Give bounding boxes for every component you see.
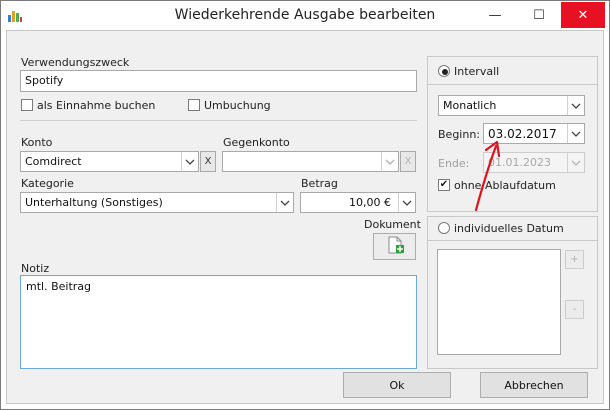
- add-document-icon: [385, 235, 405, 258]
- gegenkonto-label: Gegenkonto: [223, 136, 290, 149]
- chevron-down-icon: [567, 124, 584, 143]
- gegenkonto-combobox[interactable]: [222, 151, 399, 172]
- verwendungszweck-input[interactable]: Spotify: [20, 70, 417, 92]
- betrag-field[interactable]: 10,00 €: [300, 192, 416, 213]
- maximize-icon: ☐: [533, 7, 545, 23]
- ok-button[interactable]: Ok: [343, 372, 451, 398]
- minimize-button[interactable]: —: [473, 2, 517, 28]
- einnahme-label: als Einnahme buchen: [37, 99, 156, 112]
- chevron-down-icon: [398, 193, 415, 212]
- ende-label: Ende:: [438, 157, 470, 170]
- beginn-value: 03.02.2017: [488, 127, 557, 141]
- chevron-down-icon: [567, 153, 584, 172]
- cancel-button[interactable]: Abbrechen: [480, 372, 588, 398]
- konto-value: Comdirect: [25, 155, 82, 168]
- chevron-down-icon: [181, 152, 198, 171]
- close-icon: X: [404, 156, 412, 167]
- close-icon: X: [204, 156, 212, 167]
- maximize-button[interactable]: ☐: [517, 2, 561, 28]
- einnahme-checkbox[interactable]: [21, 99, 33, 111]
- title-bar: Wiederkehrende Ausgabe bearbeiten — ☐ ✕: [1, 1, 609, 29]
- form-separator: [20, 120, 417, 121]
- betrag-value: 10,00 €: [349, 196, 391, 209]
- chevron-down-icon: [276, 193, 293, 212]
- checkmark-icon: ✔: [439, 179, 449, 190]
- notiz-label: Notiz: [21, 262, 50, 275]
- no-expiry-checkbox[interactable]: ✔: [438, 179, 450, 191]
- close-icon: ✕: [577, 7, 589, 23]
- minus-icon: -: [572, 304, 577, 315]
- betrag-label: Betrag: [301, 177, 338, 190]
- notiz-textarea[interactable]: mtl. Beitrag: [20, 275, 417, 369]
- gegenkonto-clear-button[interactable]: X: [400, 151, 416, 172]
- chevron-down-icon: [381, 152, 398, 171]
- frequency-combobox[interactable]: Monatlich: [438, 95, 585, 116]
- kategorie-value: Unterhaltung (Sonstiges): [25, 196, 163, 209]
- individual-date-separator: [428, 240, 597, 241]
- remove-date-button[interactable]: -: [565, 300, 584, 319]
- dokument-label: Dokument: [364, 218, 421, 231]
- add-date-button[interactable]: +: [565, 250, 584, 269]
- intervall-separator: [428, 84, 597, 85]
- kategorie-label: Kategorie: [21, 177, 74, 190]
- beginn-label: Beginn:: [438, 128, 481, 141]
- individual-date-radio[interactable]: [438, 222, 450, 234]
- beginn-datepicker[interactable]: 03.02.2017: [483, 123, 585, 144]
- individual-date-list[interactable]: [437, 249, 561, 355]
- minimize-icon: —: [488, 7, 502, 23]
- frequency-value: Monatlich: [443, 99, 497, 112]
- intervall-label: Intervall: [454, 65, 500, 78]
- konto-combobox[interactable]: Comdirect: [20, 151, 199, 172]
- umbuchung-checkbox[interactable]: [188, 99, 200, 111]
- ende-datepicker[interactable]: 01.01.2023: [483, 152, 585, 173]
- plus-icon: +: [570, 254, 579, 265]
- add-document-button[interactable]: [373, 233, 416, 260]
- ende-value: 01.01.2023: [488, 156, 551, 169]
- kategorie-combobox[interactable]: Unterhaltung (Sonstiges): [20, 192, 294, 213]
- intervall-radio[interactable]: [438, 65, 450, 77]
- no-expiry-label: ohne Ablaufdatum: [454, 179, 556, 192]
- verwendungszweck-label: Verwendungszweck: [21, 56, 130, 69]
- konto-clear-button[interactable]: X: [200, 151, 216, 172]
- konto-label: Konto: [21, 136, 53, 149]
- individual-date-label: individuelles Datum: [454, 222, 564, 235]
- chevron-down-icon: [567, 96, 584, 115]
- close-button[interactable]: ✕: [561, 2, 605, 28]
- umbuchung-label: Umbuchung: [204, 99, 271, 112]
